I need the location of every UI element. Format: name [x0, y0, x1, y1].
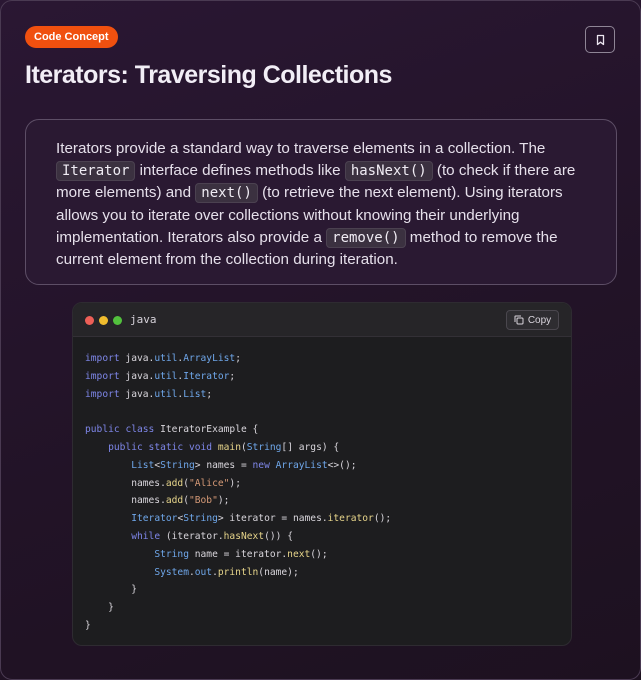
description-text: interface defines methods like — [135, 162, 345, 180]
copy-button[interactable]: Copy — [506, 310, 559, 330]
code-content: import java.util.ArrayList; import java.… — [85, 353, 392, 631]
inline-code-hasnext: hasNext() — [344, 161, 433, 182]
code-block: java Copy import java.util.ArrayList; im… — [72, 302, 572, 646]
code-block-header: java Copy — [73, 303, 571, 337]
page-title: Iterators: Traversing Collections — [25, 61, 392, 89]
copy-icon — [514, 315, 524, 325]
inline-code-iterator: Iterator — [56, 161, 136, 182]
inline-code-next: next() — [195, 183, 258, 204]
bookmark-button[interactable] — [585, 26, 615, 53]
description-text: Iterators provide a standard way to trav… — [56, 140, 546, 157]
window-close-dot — [85, 316, 94, 325]
code-language-label: java — [130, 313, 157, 326]
concept-description: Iterators provide a standard way to trav… — [25, 119, 617, 285]
bookmark-icon — [596, 34, 604, 45]
concept-card: Code Concept Iterators: Traversing Colle… — [0, 0, 641, 680]
copy-label: Copy — [527, 314, 552, 326]
inline-code-remove: remove() — [326, 227, 406, 248]
window-maximize-dot — [113, 316, 122, 325]
concept-badge: Code Concept — [25, 26, 118, 48]
window-minimize-dot — [99, 316, 108, 325]
